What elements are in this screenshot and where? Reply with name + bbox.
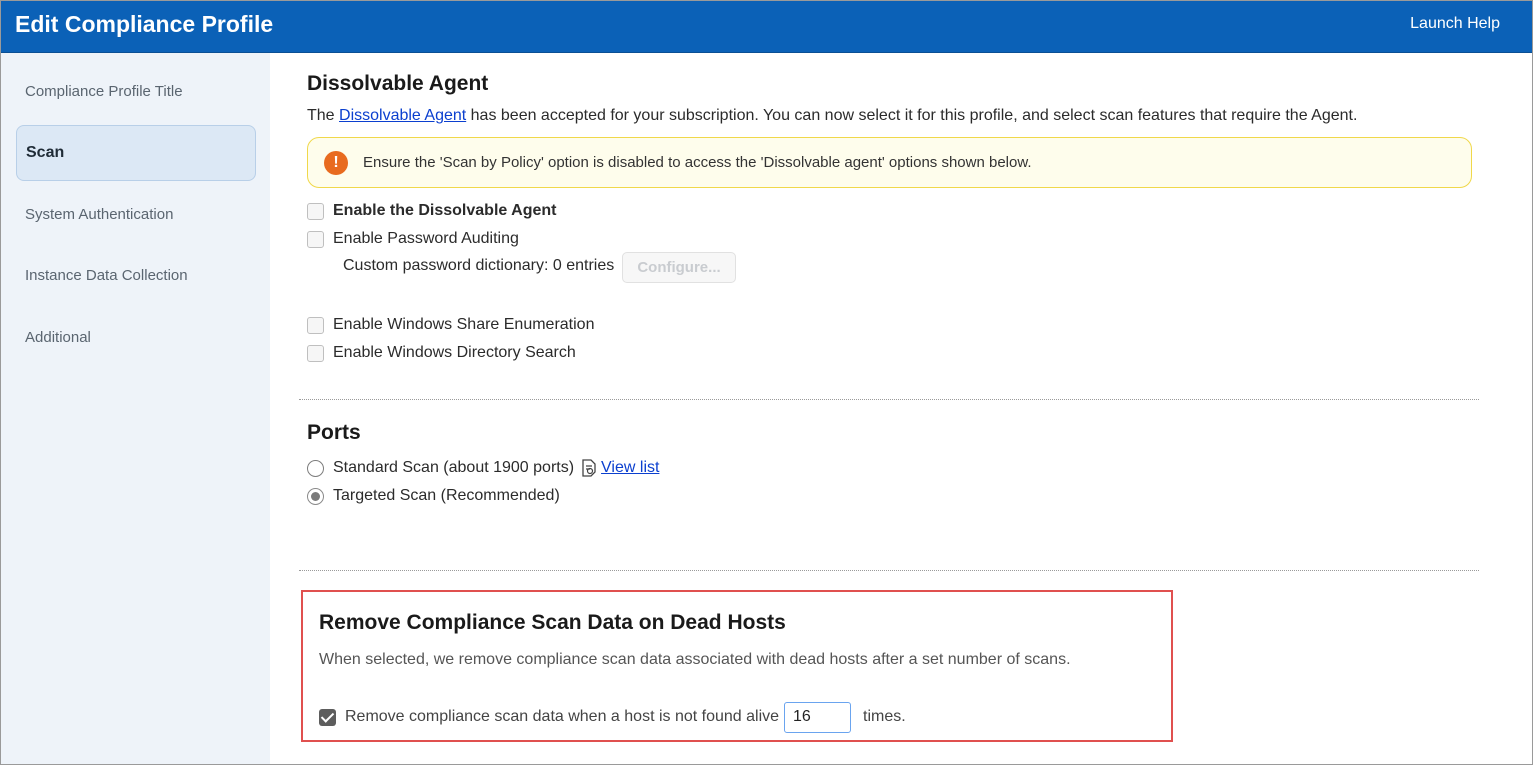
intro-suffix: has been accepted for your subscription.… [466,107,1358,124]
times-input[interactable] [784,701,852,733]
view-list-icon [581,459,597,477]
standard-scan-option[interactable]: Standard Scan (about 1900 ports) View li… [307,458,659,478]
targeted-scan-label: Targeted Scan (Recommended) [333,487,560,504]
view-list-link[interactable]: View list [601,459,659,477]
page-title: Edit Compliance Profile [15,11,274,37]
remove-dead-hosts-label: Remove compliance scan data when a host … [345,708,780,725]
scan-by-policy-warning: ! Ensure the 'Scan by Policy' option is … [307,137,1472,188]
sidebar-item-scan[interactable]: Scan [16,125,256,181]
edit-compliance-profile-window: Edit Compliance Profile Launch Help Comp… [0,0,1533,765]
standard-scan-label: Standard Scan (about 1900 ports) [333,459,575,476]
section-divider [299,570,1479,571]
enable-dissolvable-agent-option[interactable]: Enable the Dissolvable Agent [307,201,556,221]
enable-password-auditing-option[interactable]: Enable Password Auditing [307,229,519,249]
enable-password-auditing-checkbox[interactable] [307,230,324,248]
windows-share-enumeration-label: Enable Windows Share Enumeration [333,316,595,333]
warning-icon: ! [324,151,348,175]
windows-directory-search-label: Enable Windows Directory Search [333,344,576,361]
enable-dissolvable-agent-checkbox[interactable] [307,202,324,220]
sidebar-item-system-authentication[interactable]: System Authentication [16,186,256,242]
sidebar-item-compliance-profile-title[interactable]: Compliance Profile Title [16,63,256,119]
windows-directory-search-checkbox[interactable] [307,344,324,362]
enable-dissolvable-agent-label: Enable the Dissolvable Agent [333,202,557,219]
dissolvable-agent-intro: The Dissolvable Agent has been accepted … [307,107,1357,125]
targeted-scan-option[interactable]: Targeted Scan (Recommended) [307,486,560,506]
launch-help-link[interactable]: Launch Help [1410,15,1500,33]
section-divider [299,399,1479,400]
sidebar-item-additional[interactable]: Additional [16,309,256,365]
remove-dead-hosts-heading: Remove Compliance Scan Data on Dead Host… [319,611,786,634]
intro-prefix: The [307,107,340,124]
dissolvable-agent-link[interactable]: Dissolvable Agent [339,107,466,124]
enable-password-auditing-label: Enable Password Auditing [333,230,519,247]
remove-dead-hosts-section: Remove Compliance Scan Data on Dead Host… [301,590,1173,742]
times-suffix: times. [863,708,906,725]
configure-button[interactable]: Configure... [622,252,736,283]
sidebar: Compliance Profile Title Scan System Aut… [1,53,270,764]
windows-share-enumeration-checkbox[interactable] [307,316,324,334]
standard-scan-radio[interactable] [307,459,324,477]
windows-directory-search-option[interactable]: Enable Windows Directory Search [307,343,576,363]
dissolvable-agent-heading: Dissolvable Agent [307,72,489,95]
windows-share-enumeration-option[interactable]: Enable Windows Share Enumeration [307,315,594,335]
ports-heading: Ports [307,421,361,444]
targeted-scan-radio[interactable] [307,487,324,505]
remove-dead-hosts-description: When selected, we remove compliance scan… [319,651,1071,668]
custom-password-dictionary-text: Custom password dictionary: 0 entries [343,257,615,274]
remove-dead-hosts-option[interactable]: Remove compliance scan data when a host … [319,701,906,733]
header-bar: Edit Compliance Profile Launch Help [1,1,1532,53]
main-content: Dissolvable Agent The Dissolvable Agent … [270,53,1532,764]
warning-text: Ensure the 'Scan by Policy' option is di… [363,154,1032,171]
remove-dead-hosts-checkbox[interactable] [319,708,336,726]
sidebar-item-instance-data-collection[interactable]: Instance Data Collection [16,247,256,303]
